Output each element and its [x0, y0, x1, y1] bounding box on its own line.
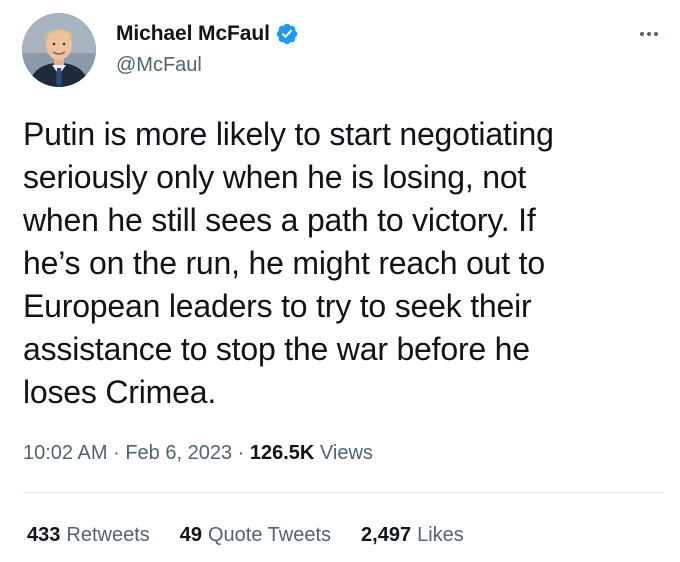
avatar[interactable]	[22, 13, 96, 87]
quote-tweets-stat[interactable]: 49 Quote Tweets	[180, 524, 331, 547]
retweets-stat[interactable]: 433 Retweets	[27, 524, 150, 547]
views-count: 126.5K	[249, 442, 315, 464]
divider	[23, 492, 663, 493]
tweet-card: Michael McFaul @McFaul Putin is more lik…	[0, 0, 680, 562]
tweet-text: Putin is more likely to start negotiatin…	[23, 113, 663, 414]
tweet-time[interactable]: 10:02 AM	[23, 442, 108, 464]
tweet-text-line: Putin is more likely to start negotiatin…	[23, 116, 554, 152]
meta-separator: ·	[237, 442, 245, 464]
more-dot	[654, 32, 658, 36]
author-name-row[interactable]: Michael McFaul	[116, 20, 299, 48]
tweet-text-line: seriously only when he is losing, not	[23, 159, 527, 195]
tweet-meta: 10:02 AM · Feb 6, 2023 · 126.5K Views	[23, 442, 373, 465]
tweet-text-line: he’s on the run, he might reach out to	[23, 245, 545, 281]
quote-tweets-label: Quote Tweets	[208, 524, 332, 546]
likes-count: 2,497	[361, 524, 412, 546]
author-display-name[interactable]: Michael McFaul	[116, 22, 270, 46]
tweet-text-line: European leaders to try to seek their	[23, 288, 532, 324]
tweet-text-line: assistance to stop the war before he	[23, 331, 530, 367]
retweets-count: 433	[27, 524, 61, 546]
verified-badge-icon	[275, 22, 299, 46]
more-dot	[640, 32, 644, 36]
tweet-text-line: loses Crimea.	[23, 374, 217, 410]
more-dot	[647, 32, 651, 36]
more-horizontal-icon[interactable]	[632, 20, 666, 48]
tweet-text-line: when he still sees a path to victory. If	[23, 202, 536, 238]
likes-label: Likes	[417, 524, 464, 546]
retweets-label: Retweets	[66, 524, 150, 546]
tweet-date[interactable]: Feb 6, 2023	[125, 442, 232, 464]
meta-separator: ·	[113, 442, 120, 464]
tweet-stats: 433 Retweets 49 Quote Tweets 2,497 Likes	[27, 524, 464, 547]
likes-stat[interactable]: 2,497 Likes	[361, 524, 464, 547]
author-handle[interactable]: @McFaul	[116, 54, 202, 77]
quote-tweets-count: 49	[179, 524, 202, 546]
views-label: Views	[319, 442, 373, 464]
